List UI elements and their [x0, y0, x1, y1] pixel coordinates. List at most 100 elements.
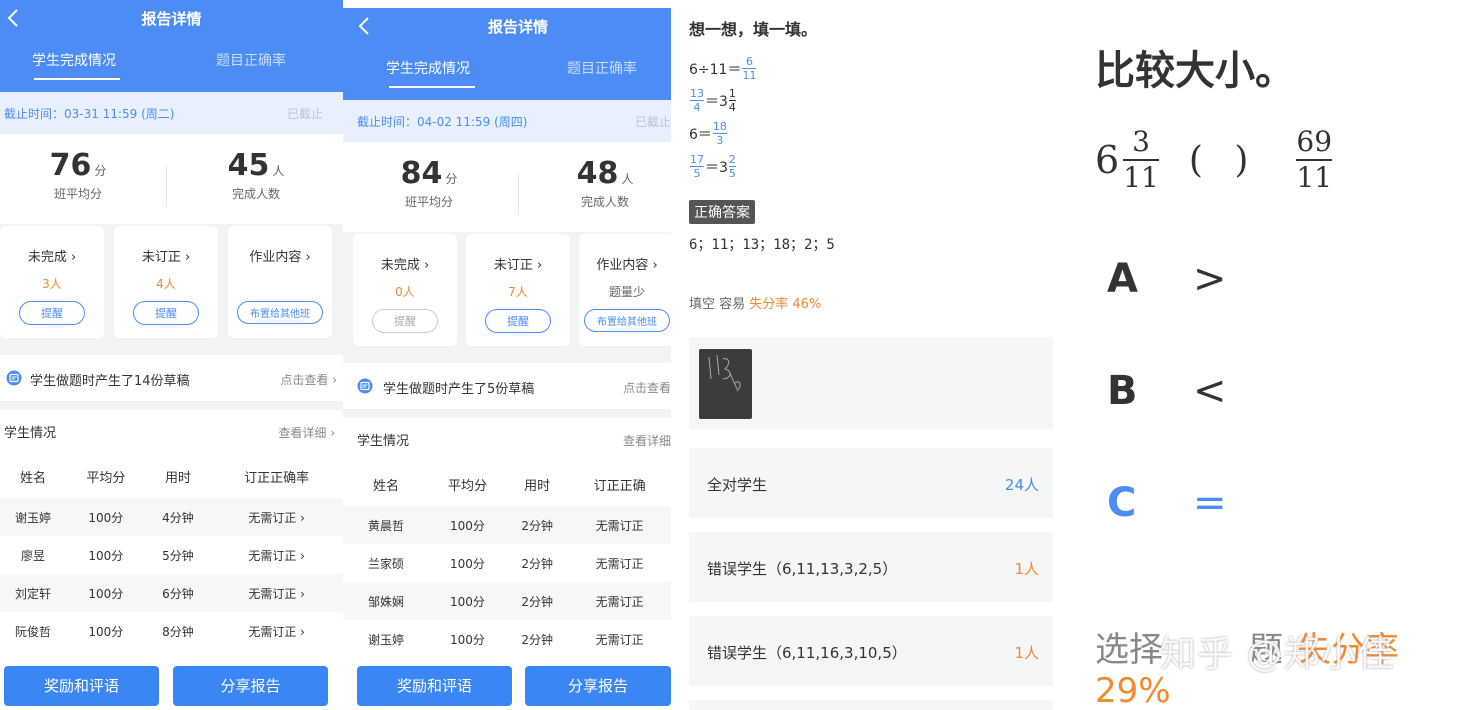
remind-button[interactable]: 提醒: [19, 301, 85, 325]
table-row[interactable]: 兰家硕 100分 2分钟 无需订正: [343, 544, 671, 582]
stats-panel: 76 分 班平均分 45 人 完成人数: [0, 134, 343, 224]
numerator: 69: [1296, 125, 1333, 158]
table-row[interactable]: 阮俊哲 100分 8分钟 无需订正 ›: [0, 612, 343, 650]
col-correction: 订正正确: [593, 478, 646, 494]
cell-time: 4分钟: [145, 498, 211, 536]
cell-correction[interactable]: 无需订正: [568, 620, 671, 658]
students-detail-link[interactable]: 查看详细 ›: [278, 424, 335, 441]
fraction: 69 11: [1296, 125, 1333, 194]
cell-correction[interactable]: 无需订正 ›: [210, 612, 343, 650]
equation-3: 6＝ 18 3: [689, 121, 728, 146]
draft-link[interactable]: 点击查看: [623, 379, 671, 396]
cell-avg: 100分: [429, 582, 506, 620]
equation-1: 6÷11＝ 6 11: [689, 56, 757, 81]
card-unfinished[interactable]: 未完成 › 3人 提醒: [0, 226, 104, 338]
table-header: 姓名 平均分 用时 订正正确率: [0, 454, 343, 498]
question-detail-panel: 想一想，填一填。 6÷11＝ 6 11 13 4 ＝3 14 6＝ 18 3 17 5 …: [671, 0, 1053, 710]
tab-accuracy[interactable]: 题目正确率: [216, 50, 286, 70]
table-row[interactable]: 谢玉婷 100分 2分钟 无需订正: [343, 620, 671, 658]
footer-bar: 奖励和评语 分享报告: [343, 660, 671, 710]
cell-correction[interactable]: 无需订正 ›: [210, 574, 343, 612]
remind-button[interactable]: 提醒: [133, 301, 199, 325]
table-row[interactable]: 邹姝娴 100分 2分钟 无需订正: [343, 582, 671, 620]
cell-avg: 100分: [88, 624, 124, 639]
fraction: 17 5: [690, 154, 704, 179]
draft-icon: [6, 370, 22, 386]
cell-time: 2分钟: [521, 556, 553, 571]
numerator: 1: [728, 87, 736, 100]
tab-completion[interactable]: 学生完成情况: [386, 58, 470, 78]
denominator: 3: [716, 134, 724, 147]
draft-row[interactable]: 学生做题时产生了14份草稿 点击查看 ›: [0, 355, 343, 401]
assign-other-class-button[interactable]: 布置给其他班: [237, 301, 323, 324]
table-row[interactable]: 刘定轩 100分 6分钟 无需订正 ›: [0, 574, 343, 612]
card-unfinished[interactable]: 未完成 › 0人 提醒: [353, 234, 457, 346]
correct-answer-tag: 正确答案: [689, 200, 755, 224]
table-row[interactable]: 廖昱 100分 5分钟 无需订正 ›: [0, 536, 343, 574]
cell-name: 黄晨哲: [343, 506, 429, 544]
share-report-button[interactable]: 分享报告: [525, 666, 671, 706]
card-uncorrected[interactable]: 未订正 › 4人 提醒: [114, 226, 218, 338]
deadline-bar: 截止时间：03-31 11:59 (周二) 已截止: [0, 92, 343, 134]
table-row[interactable]: 黄晨哲 100分 2分钟 无需订正: [343, 506, 671, 544]
reward-comment-button[interactable]: 奖励和评语: [4, 666, 159, 706]
cell-time: 5分钟: [162, 548, 194, 563]
reward-comment-button[interactable]: 奖励和评语: [357, 666, 512, 706]
avg-score-label: 班平均分: [53, 187, 102, 201]
stats-panel: 84 分 班平均分 48 人 完成人数: [343, 142, 671, 232]
draft-link[interactable]: 点击查看 ›: [280, 371, 337, 388]
cell-name: 邹姝娴: [343, 582, 429, 620]
col-name: 姓名: [372, 478, 399, 494]
assign-other-class-button[interactable]: 布置给其他班: [584, 309, 670, 332]
card-uncorrected[interactable]: 未订正 › 7人 提醒: [466, 234, 570, 346]
cell-correction[interactable]: 无需订正 ›: [210, 536, 343, 574]
denominator: 11: [1296, 161, 1333, 194]
page-title: 报告详情: [487, 18, 548, 36]
draft-text: 学生做题时产生了14份草稿: [30, 374, 190, 389]
table-row[interactable]: 谢玉婷 100分 4分钟 无需订正 ›: [0, 498, 343, 536]
eq-text: 6÷11＝: [689, 61, 742, 78]
numerator: 6: [745, 55, 753, 68]
ended-badge: 已截止: [634, 115, 671, 129]
deadline-bar: 截止时间：04-02 11:59 (周四) 已截止: [343, 100, 671, 142]
draft-row[interactable]: 学生做题时产生了5份草稿 点击查看: [343, 363, 671, 409]
page-title: 报告详情: [141, 10, 202, 28]
watermark: 知乎 @郑小佳: [1160, 634, 1395, 675]
deadline-text: 截止时间：04-02 11:59 (周四): [357, 115, 528, 129]
summary-cards: 未完成 › 0人 提醒 未订正 › 7人 提醒 作业内容 › 题量少 布置给其他…: [343, 234, 671, 346]
remind-button[interactable]: 提醒: [485, 309, 551, 333]
cell-time: 2分钟: [521, 632, 553, 647]
tab-accuracy[interactable]: 题目正确率: [567, 58, 637, 78]
students-title: 学生情况: [4, 426, 57, 441]
equation-2: 13 4 ＝3 14: [689, 88, 737, 113]
card-value: 题量少: [608, 285, 645, 299]
remind-button[interactable]: 提醒: [372, 309, 438, 333]
col-time: 用时: [164, 470, 191, 486]
option-c[interactable]: C =: [1107, 480, 1227, 526]
result-row-wrong-1[interactable]: 错误学生（6,11,13,3,2,5） 1人: [689, 532, 1053, 602]
denominator: 11: [1123, 161, 1159, 194]
blank-parentheses: ( ): [1188, 139, 1259, 181]
draft-thumbnail[interactable]: [699, 349, 752, 419]
result-count: 1人: [1014, 644, 1039, 662]
tab-completion[interactable]: 学生完成情况: [32, 50, 116, 70]
cell-correction[interactable]: 无需订正: [568, 544, 671, 582]
share-report-button[interactable]: 分享报告: [173, 666, 328, 706]
cell-correction[interactable]: 无需订正: [568, 506, 671, 544]
card-title: 未订正 ›: [493, 258, 543, 273]
report-panel-1: 报告详情 学生完成情况 题目正确率 截止时间：03-31 11:59 (周二) …: [0, 0, 343, 710]
result-row-all-correct[interactable]: 全对学生 24人: [689, 448, 1053, 518]
option-b[interactable]: B <: [1107, 368, 1227, 414]
result-count: 1人: [1014, 560, 1039, 578]
eq-text: 6＝: [689, 126, 712, 143]
card-homework-content[interactable]: 作业内容 › 题量少 布置给其他班: [579, 234, 671, 346]
cell-correction[interactable]: 无需订正: [568, 582, 671, 620]
result-row-wrong-2[interactable]: 错误学生（6,11,16,3,10,5） 1人: [689, 616, 1053, 686]
eq-text: ＝3: [705, 93, 728, 110]
card-homework-content[interactable]: 作业内容 › 布置给其他班: [228, 226, 332, 338]
tab-underline: [34, 78, 120, 80]
completed-label: 完成人数: [580, 195, 629, 209]
cell-correction[interactable]: 无需订正 ›: [210, 498, 343, 536]
option-a[interactable]: A >: [1107, 256, 1227, 302]
students-detail-link[interactable]: 查看详细: [623, 432, 671, 449]
